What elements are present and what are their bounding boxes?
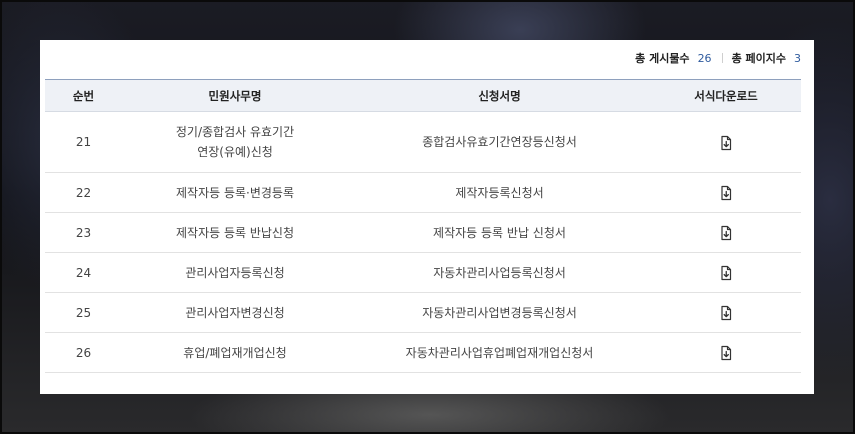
header-no: 순번 — [45, 79, 122, 112]
forms-panel: 총 게시물수 26 총 페이지수 3 순번 민원사무명 신청서명 서식다운로드 … — [40, 40, 814, 394]
form-name: 제작자등록신청서 — [348, 172, 651, 213]
service-name: 제작자등 등록·변경등록 — [122, 172, 348, 213]
table-row: 25 관리사업자변경신청 자동차관리사업변경등록신청서 — [45, 292, 801, 333]
header-form-name: 신청서명 — [348, 79, 651, 112]
table-row: 21 정기/종합검사 유효기간 연장(유예)신청 종합검사유효기간연장등신청서 — [45, 111, 801, 173]
form-name: 제작자등 등록 반납 신청서 — [348, 212, 651, 253]
service-name: 관리사업자변경신청 — [122, 292, 348, 333]
total-pages-count: 3 — [794, 51, 801, 65]
row-number: 21 — [45, 111, 122, 173]
download-cell — [651, 172, 801, 213]
table-row: 26 휴업/폐업재개업신청 자동차관리사업휴업폐업재개업신청서 — [45, 332, 801, 373]
download-cell — [651, 252, 801, 293]
file-download-icon[interactable] — [718, 225, 734, 241]
header-service-name: 민원사무명 — [122, 79, 348, 112]
download-cell — [651, 292, 801, 333]
file-download-icon[interactable] — [718, 305, 734, 321]
file-download-icon[interactable] — [718, 345, 734, 361]
download-cell — [651, 212, 801, 253]
form-name: 자동차관리사업등록신청서 — [348, 252, 651, 293]
table-row: 22 제작자등 등록·변경등록 제작자등록신청서 — [45, 172, 801, 213]
row-number: 25 — [45, 292, 122, 333]
service-name: 휴업/폐업재개업신청 — [122, 332, 348, 373]
file-download-icon[interactable] — [718, 185, 734, 201]
table-row: 23 제작자등 등록 반납신청 제작자등 등록 반납 신청서 — [45, 212, 801, 253]
total-pages-label: 총 페이지수 — [731, 52, 786, 65]
download-cell — [651, 332, 801, 373]
download-cell — [651, 111, 801, 173]
summary-divider — [721, 53, 723, 63]
form-name: 자동차관리사업휴업폐업재개업신청서 — [348, 332, 651, 373]
table-row: 24 관리사업자등록신청 자동차관리사업등록신청서 — [45, 252, 801, 293]
total-posts-label: 총 게시물수 — [635, 52, 690, 65]
service-name: 관리사업자등록신청 — [122, 252, 348, 293]
service-name: 제작자등 등록 반납신청 — [122, 212, 348, 253]
board-summary: 총 게시물수 26 총 페이지수 3 — [635, 49, 801, 67]
row-number: 23 — [45, 212, 122, 253]
table-header-row: 순번 민원사무명 신청서명 서식다운로드 — [45, 79, 801, 112]
row-number: 22 — [45, 172, 122, 213]
row-number: 24 — [45, 252, 122, 293]
header-form-download: 서식다운로드 — [651, 79, 801, 112]
file-download-icon[interactable] — [718, 265, 734, 281]
forms-table: 순번 민원사무명 신청서명 서식다운로드 21 정기/종합검사 유효기간 연장(유… — [45, 79, 801, 373]
total-posts-count: 26 — [697, 51, 712, 65]
row-number: 26 — [45, 332, 122, 373]
service-name: 정기/종합검사 유효기간 연장(유예)신청 — [122, 111, 348, 173]
form-name: 종합검사유효기간연장등신청서 — [348, 111, 651, 173]
file-download-icon[interactable] — [718, 135, 734, 151]
form-name: 자동차관리사업변경등록신청서 — [348, 292, 651, 333]
